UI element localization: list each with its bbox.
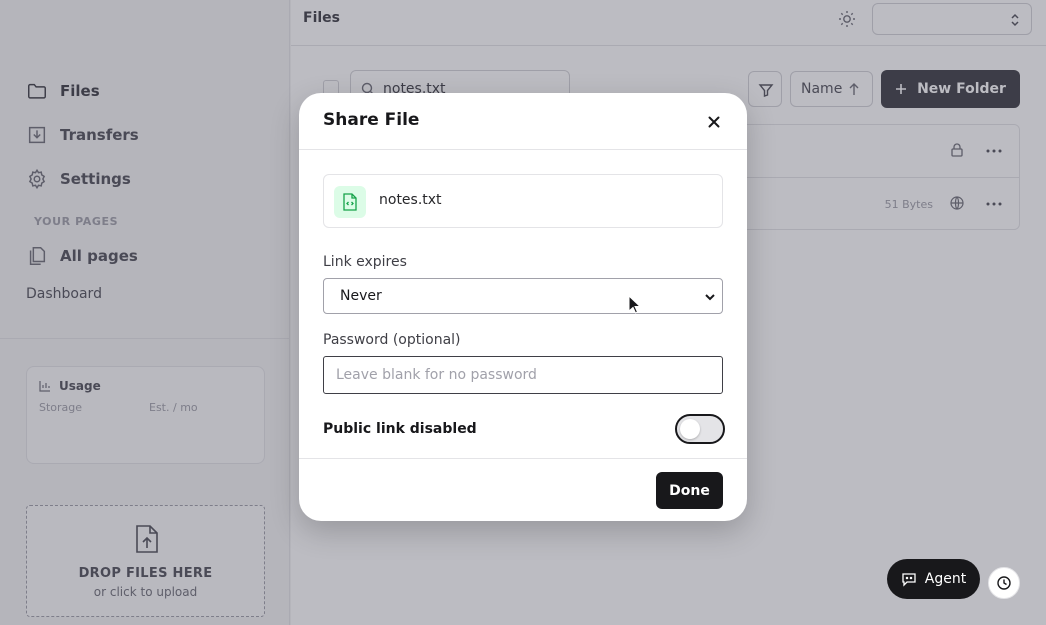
- dialog-footer: Done: [299, 458, 747, 521]
- link-expires-value: Never: [340, 288, 382, 304]
- dialog-header: Share File: [299, 93, 747, 150]
- password-label: Password (optional): [323, 332, 461, 348]
- password-input[interactable]: [323, 356, 723, 394]
- agent-button[interactable]: Agent: [887, 559, 980, 599]
- link-expires-label: Link expires: [323, 254, 407, 270]
- clock-icon: [997, 576, 1011, 590]
- share-file-dialog: Share File notes.txt Link expires Never …: [299, 93, 747, 521]
- shared-file-card: notes.txt: [323, 174, 723, 228]
- shared-file-name: notes.txt: [379, 192, 442, 208]
- chevron-down-icon: [705, 294, 715, 301]
- dialog-title: Share File: [323, 110, 420, 130]
- done-button[interactable]: Done: [656, 472, 723, 509]
- mouse-pointer-icon: [628, 295, 640, 314]
- link-expires-select[interactable]: Never: [323, 278, 723, 314]
- toggle-knob: [680, 419, 700, 439]
- file-badge: [334, 186, 366, 218]
- code-file-icon: [343, 193, 357, 211]
- history-button[interactable]: [988, 567, 1020, 599]
- chat-bot-icon: [902, 573, 916, 587]
- public-link-toggle[interactable]: [675, 414, 725, 444]
- public-link-label: Public link disabled: [323, 421, 477, 437]
- close-icon[interactable]: [705, 113, 723, 131]
